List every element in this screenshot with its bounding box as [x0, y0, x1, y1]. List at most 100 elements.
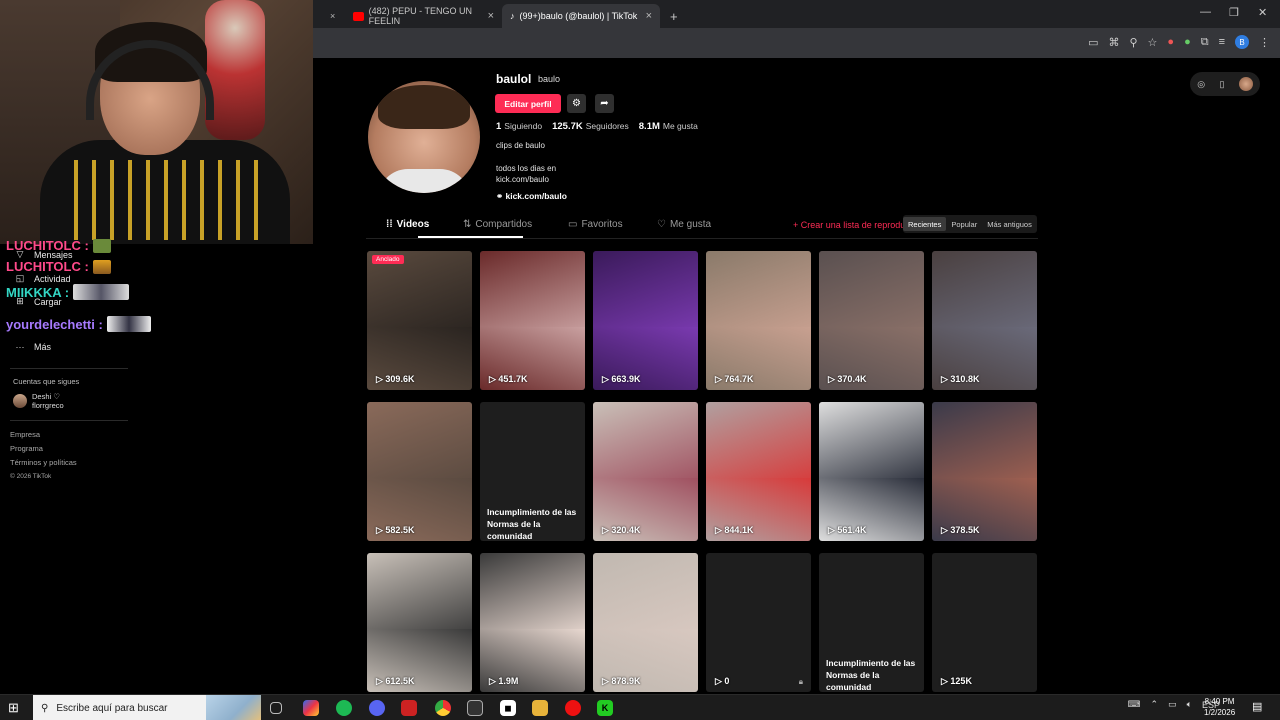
chat-emote — [106, 316, 151, 332]
followers-stat[interactable]: 125.7K Seguidores — [552, 121, 629, 132]
toolbar-icons: ▭ ⌘ ⚲ ☆ ● ● ⧉ ≡ B ⋮ — [1088, 35, 1270, 49]
view-count: ▷ 561.4K — [828, 525, 866, 536]
upload-icon: ⊞ — [16, 296, 24, 306]
following-account[interactable]: Deshi ♡ florrgreco — [13, 392, 64, 410]
chat-emote — [73, 284, 130, 300]
video-thumbnail[interactable]: ▷ 764.7K — [706, 251, 811, 390]
video-thumbnail[interactable]: ▷ 663.9K — [593, 251, 698, 390]
capcut-icon[interactable]: ◼ — [500, 700, 516, 716]
extensions-icon[interactable]: ⧉ — [1201, 36, 1209, 49]
video-thumbnail[interactable]: ▷ 612.5K — [367, 553, 472, 692]
discord-icon[interactable] — [369, 700, 385, 716]
network-icon[interactable]: ▭ — [1168, 699, 1177, 710]
kick-icon[interactable]: K — [597, 700, 613, 716]
video-thumbnail[interactable]: ▷ 125K — [932, 553, 1037, 692]
spotify-icon[interactable] — [336, 700, 352, 716]
share-button[interactable]: ➦ — [595, 94, 614, 113]
new-tab-button[interactable]: + — [662, 4, 682, 28]
voicemod-icon[interactable] — [401, 700, 417, 716]
video-thumbnail[interactable]: ▷ 561.4K — [819, 402, 924, 541]
extension-color-icon[interactable]: ● — [1184, 36, 1191, 48]
video-thumbnail[interactable]: ▷ 844.1K — [706, 402, 811, 541]
copilot-icon[interactable] — [303, 700, 319, 716]
volume-icon[interactable]: 🔈︎ — [1187, 699, 1192, 710]
chat-message: yourdelechetti : — [6, 316, 151, 332]
profile-link[interactable]: ⚭ kick.com/baulo — [496, 191, 567, 202]
video-thumbnail[interactable]: Anclado ▷ 309.6K — [367, 251, 472, 390]
opera-icon[interactable] — [565, 700, 581, 716]
video-thumbnail[interactable]: ▷ 0 🔒︎ — [706, 553, 811, 692]
tab-reposts[interactable]: ⇅ Compartidos — [463, 219, 532, 230]
following-account-text: Deshi ♡ florrgreco — [32, 392, 64, 410]
video-thumbnail[interactable]: ▷ 320.4K — [593, 402, 698, 541]
windows-start-icon[interactable]: ⊞ — [8, 700, 19, 716]
footer-link-company[interactable]: Empresa — [10, 428, 77, 442]
tab-favorites[interactable]: ▭ Favoritos — [568, 219, 623, 230]
chevron-up-icon[interactable]: ⌃ — [1151, 699, 1159, 710]
device-icon[interactable]: ▯ — [1219, 79, 1224, 90]
youtube-icon — [353, 11, 364, 21]
extension-fox-icon[interactable]: ● — [1167, 36, 1174, 48]
zoom-icon[interactable]: ⚲ — [1129, 36, 1137, 49]
tab-tiktok[interactable]: ♪ (99+)baulo (@baulol) | TikTok × — [502, 4, 660, 28]
create-playlist-button[interactable]: + Crear una lista de reproducción — [793, 220, 908, 230]
following-stat[interactable]: 1 Siguiendo — [496, 121, 542, 132]
avatar[interactable] — [1238, 77, 1253, 91]
tab-search-icon[interactable]: ≡ — [1219, 36, 1225, 48]
chrome-icon[interactable] — [435, 700, 451, 716]
video-thumbnail[interactable]: ▷ 451.7K — [480, 251, 585, 390]
video-thumbnail[interactable]: ▷ 1.9M — [480, 553, 585, 692]
close-tab-icon[interactable]: × — [330, 11, 335, 21]
close-tab-icon[interactable]: × — [488, 10, 494, 22]
sort-popular[interactable]: Popular — [946, 217, 982, 231]
video-thumbnail[interactable]: Incumplimiento de las Normas de la comun… — [480, 402, 585, 541]
taskbar-search[interactable]: ⚲ Escribe aquí para buscar — [33, 695, 261, 720]
tab-liked[interactable]: ♡ Me gusta — [657, 219, 711, 230]
profile-avatar-icon[interactable]: B — [1235, 35, 1249, 49]
stat-value: 125.7K — [552, 121, 583, 132]
tab-youtube[interactable]: × (482) PEPU - TENGO UN FEELIN × — [322, 4, 502, 28]
settings-button[interactable]: ⚙ — [567, 94, 586, 113]
sidebar-item-activity[interactable]: ◱ Actividad — [14, 273, 71, 284]
minimize-icon[interactable]: — — [1200, 6, 1211, 18]
task-view-icon[interactable] — [270, 702, 282, 714]
sidebar: LUCHITOLC : ▽ Mensajes LUCHITOLC : ◱ Act… — [0, 238, 313, 690]
search-highlight-image — [206, 695, 261, 720]
video-thumbnail[interactable]: ▷ 378.5K — [932, 402, 1037, 541]
edit-profile-button[interactable]: Editar perfil — [495, 94, 561, 113]
bio-line: kick.com/baulo — [496, 175, 549, 184]
cast-icon[interactable]: ▭ — [1088, 36, 1098, 49]
footer-link-terms[interactable]: Términos y políticas — [10, 456, 77, 470]
stat-value: 8.1M — [638, 121, 660, 132]
profile-username: baulol — [496, 72, 532, 86]
translate-icon[interactable]: ⌘ — [1108, 36, 1119, 49]
video-thumbnail[interactable]: ▷ 878.9K — [593, 553, 698, 692]
star-icon[interactable]: ☆ — [1148, 36, 1158, 49]
sort-oldest[interactable]: Más antiguos — [982, 217, 1037, 231]
sidebar-item-upload[interactable]: ⊞ Cargar — [14, 296, 61, 307]
heart-outline-icon: ♡ — [657, 219, 666, 230]
chat-emote — [92, 238, 111, 253]
menu-icon[interactable]: ⋮ — [1259, 36, 1270, 49]
tab-videos[interactable]: ⁞⁞ Videos — [386, 219, 429, 230]
footer-link-program[interactable]: Programa — [10, 442, 77, 456]
video-thumbnail[interactable]: ▷ 582.5K — [367, 402, 472, 541]
obs-icon[interactable] — [467, 700, 483, 716]
view-count-text: 561.4K — [837, 525, 867, 535]
clock-time: 8:40 PM — [1204, 697, 1235, 706]
sort-recent[interactable]: Recientes — [903, 217, 947, 231]
thumbnail-image — [593, 402, 698, 486]
video-thumbnail[interactable]: ▷ 370.4K — [819, 251, 924, 390]
notification-icon[interactable]: ▤ — [1252, 700, 1262, 713]
sidebar-item-more[interactable]: ··· Más — [14, 342, 52, 352]
share-icon: ➦ — [600, 98, 609, 109]
keyboard-icon[interactable]: ⌨ — [1128, 699, 1141, 710]
close-tab-icon[interactable]: × — [646, 10, 652, 22]
restore-icon[interactable]: ❐ — [1229, 6, 1239, 19]
coin-icon[interactable]: ◎ — [1197, 79, 1205, 90]
video-thumbnail[interactable]: ▷ 310.8K — [932, 251, 1037, 390]
clock[interactable]: 8:40 PM 1/2/2026 — [1204, 696, 1235, 718]
close-window-icon[interactable]: ✕ — [1258, 6, 1267, 19]
folder-icon[interactable] — [532, 700, 548, 716]
video-thumbnail[interactable]: Incumplimiento de las Normas de la comun… — [819, 553, 924, 692]
